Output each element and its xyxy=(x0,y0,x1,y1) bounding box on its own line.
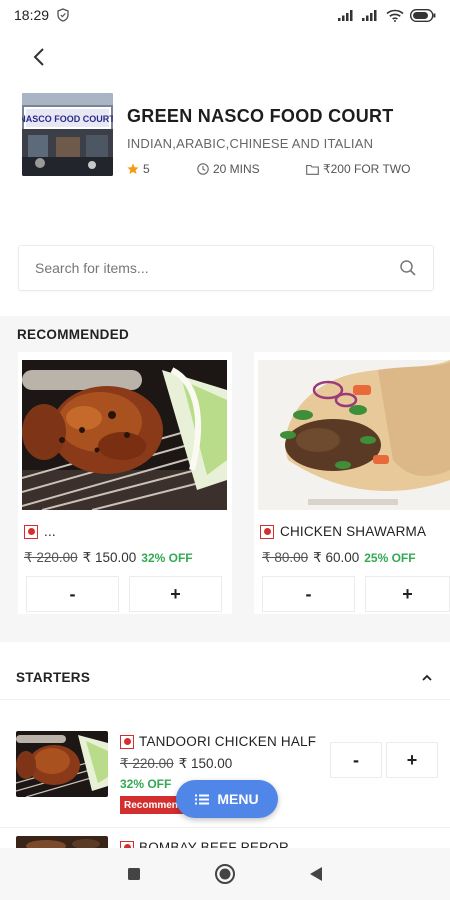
back-button[interactable] xyxy=(26,44,52,70)
star-icon xyxy=(127,163,139,174)
new-price: ₹ 150.00 xyxy=(178,756,233,771)
back-arrow-icon xyxy=(33,48,44,66)
increase-button[interactable]: + xyxy=(365,576,450,612)
starter-item-image xyxy=(16,731,108,797)
folder-icon xyxy=(306,164,319,175)
wifi-icon xyxy=(386,9,404,22)
divider xyxy=(0,827,450,828)
restaurant-cuisines: INDIAN,ARABIC,CHINESE AND ITALIAN xyxy=(127,136,374,151)
restaurant-name: GREEN NASCO FOOD COURT xyxy=(127,106,394,126)
discount-label: 25% OFF xyxy=(364,551,416,565)
signal-icon-2 xyxy=(362,10,377,21)
new-price: ₹ 60.00 xyxy=(313,550,360,565)
discount-label: 32% OFF xyxy=(141,551,193,565)
recommended-card[interactable]: ... ₹ 220.00 ₹ 150.00 32% OFF - + xyxy=(18,352,232,614)
decrease-button[interactable]: - xyxy=(26,576,119,612)
item-name-row: ... xyxy=(24,524,56,539)
home-icon[interactable] xyxy=(214,863,236,885)
restaurant-sign-text: NASCO FOOD COURT xyxy=(22,114,113,124)
decrease-button[interactable]: - xyxy=(262,576,355,612)
chevron-up-icon[interactable] xyxy=(420,671,434,685)
menu-button-label: MENU xyxy=(217,791,259,807)
item-name-row: CHICKEN SHAWARMA xyxy=(260,524,426,539)
price-row: ₹ 220.00 ₹ 150.00 32% OFF xyxy=(24,550,193,566)
food-image xyxy=(258,360,450,510)
battery-icon xyxy=(410,8,436,22)
old-price: ₹ 80.00 xyxy=(262,550,309,565)
shield-icon xyxy=(57,8,69,22)
recommended-title: RECOMMENDED xyxy=(17,327,130,342)
non-veg-icon xyxy=(120,734,134,749)
starters-title: STARTERS xyxy=(16,670,91,685)
recents-icon[interactable] xyxy=(127,867,141,881)
item-name: ... xyxy=(44,524,56,539)
non-veg-icon xyxy=(24,524,38,539)
status-bar: 18:29 xyxy=(0,0,450,30)
cost-for-two-value: ₹200 FOR TWO xyxy=(323,162,411,176)
search-icon[interactable] xyxy=(399,259,417,277)
decrease-button[interactable]: - xyxy=(330,742,382,778)
increase-button[interactable]: + xyxy=(386,742,438,778)
item-name: CHICKEN SHAWARMA xyxy=(280,524,427,539)
new-price: ₹ 150.00 xyxy=(82,550,137,565)
starter-item-name: TANDOORI CHICKEN HALF xyxy=(139,734,317,749)
increase-button[interactable]: + xyxy=(129,576,222,612)
search-input[interactable]: Search for items... xyxy=(18,245,434,291)
delivery-time: 20 MINS xyxy=(197,162,260,176)
cost-for-two: ₹200 FOR TWO xyxy=(306,162,410,176)
starter-price-row: ₹ 220.00 ₹ 150.00 xyxy=(120,756,232,772)
discount-label: 32% OFF xyxy=(120,777,172,791)
non-veg-icon xyxy=(260,524,274,539)
clock-icon xyxy=(197,163,209,175)
back-icon[interactable] xyxy=(309,866,323,882)
delivery-time-value: 20 MINS xyxy=(213,162,260,176)
price-row: ₹ 80.00 ₹ 60.00 25% OFF xyxy=(262,550,416,566)
old-price: ₹ 220.00 xyxy=(120,756,174,771)
starter-item-name-row: TANDOORI CHICKEN HALF xyxy=(120,734,316,749)
system-nav-bar xyxy=(0,848,450,900)
signal-icon xyxy=(338,10,353,21)
status-time: 18:29 xyxy=(14,7,50,23)
search-placeholder: Search for items... xyxy=(35,260,149,276)
rating: 5 xyxy=(127,162,150,176)
starters-category-header[interactable]: STARTERS xyxy=(0,656,450,700)
restaurant-image: NASCO FOOD COURT xyxy=(22,93,113,176)
recommended-card[interactable]: CHICKEN SHAWARMA ₹ 80.00 ₹ 60.00 25% OFF… xyxy=(254,352,450,614)
food-image xyxy=(22,360,227,510)
rating-value: 5 xyxy=(143,162,150,176)
list-icon xyxy=(195,794,210,804)
menu-button[interactable]: MENU xyxy=(176,780,278,818)
old-price: ₹ 220.00 xyxy=(24,550,78,565)
